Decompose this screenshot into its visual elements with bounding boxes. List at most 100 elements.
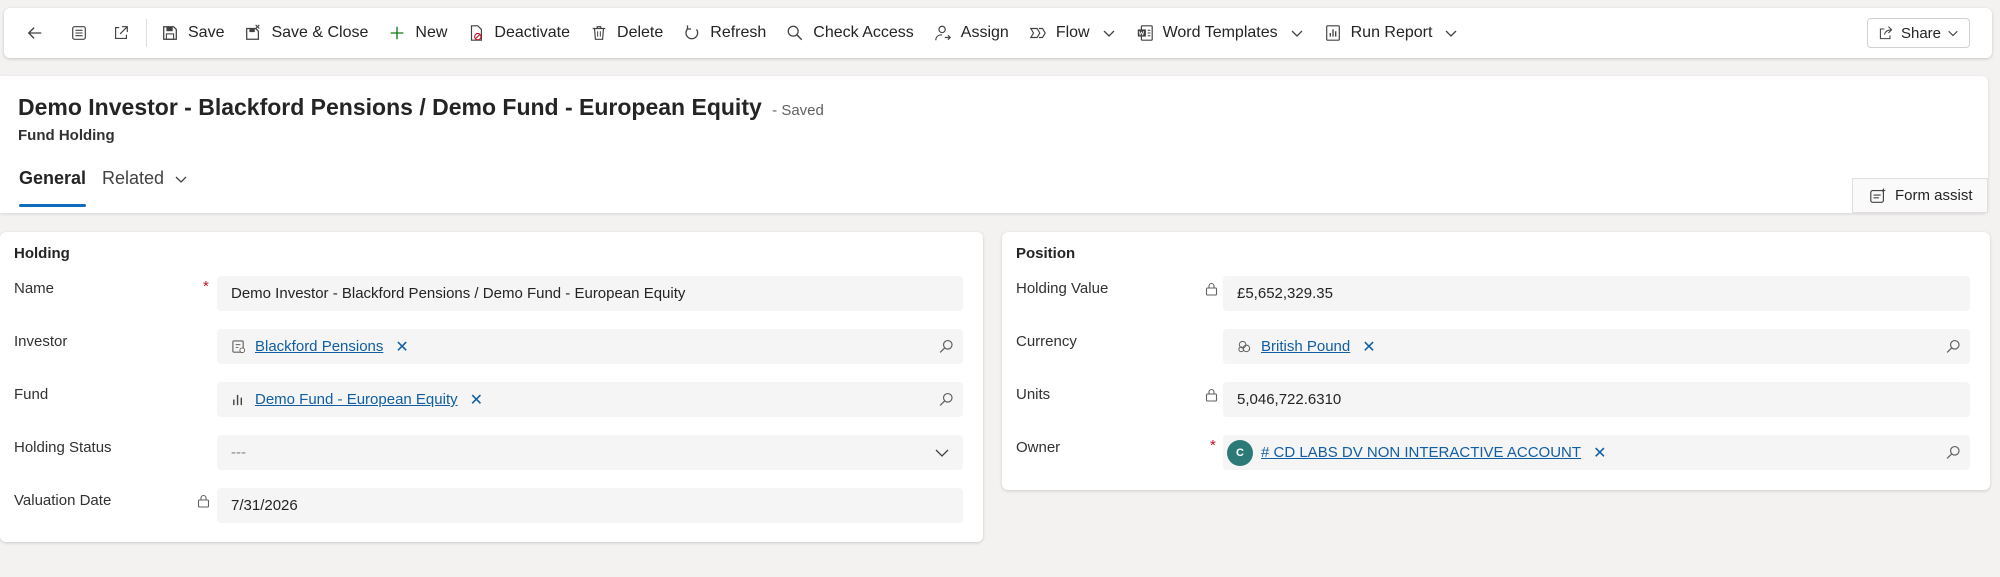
- share-icon: [1879, 26, 1893, 40]
- units-row: Units 5,046,722.6310: [1002, 382, 1990, 420]
- remove-fund-button[interactable]: ✕: [470, 390, 483, 410]
- fund-row: Fund Demo Fund - European Equity ✕: [0, 382, 983, 420]
- check-access-button[interactable]: Check Access: [776, 8, 923, 58]
- save-status: - Saved: [772, 102, 824, 119]
- search-icon[interactable]: [938, 338, 955, 355]
- fund-value: Demo Fund - European Equity: [255, 391, 458, 408]
- avatar: C: [1227, 439, 1253, 466]
- form-assist-icon: [1870, 187, 1886, 203]
- save-close-icon: [246, 24, 261, 40]
- share-label: Share: [1900, 24, 1941, 42]
- field-label: Units: [1016, 386, 1051, 403]
- active-tab-indicator: [19, 204, 87, 207]
- required-indicator: *: [203, 278, 209, 295]
- currency-lookup-field[interactable]: British Pound ✕: [1223, 329, 1970, 364]
- save-button[interactable]: Save: [151, 8, 234, 58]
- chevron-down-icon: [1948, 30, 1958, 37]
- field-label: Investor: [14, 333, 68, 350]
- owner-row: Owner * C # CD LABS DV NON INTERACTIVE A…: [1002, 435, 1990, 473]
- valuation-date-field[interactable]: 7/31/2026: [217, 488, 963, 523]
- record-header: Demo Investor - Blackford Pensions / Dem…: [0, 76, 1988, 213]
- field-label: Name: [14, 280, 55, 297]
- run-report-label: Run Report: [1350, 24, 1433, 41]
- field-label: Holding Status: [14, 439, 112, 456]
- chevron-down-icon: [1103, 30, 1115, 37]
- search-icon[interactable]: [1945, 338, 1962, 355]
- deactivate-document-icon: [471, 25, 483, 41]
- owner-lookup-tag[interactable]: # CD LABS DV NON INTERACTIVE ACCOUNT: [1261, 444, 1581, 461]
- search-icon[interactable]: [938, 391, 955, 408]
- name-row: Name * Demo Investor - Blackford Pension…: [0, 276, 983, 314]
- new-button[interactable]: New: [378, 8, 457, 58]
- holding-value-value: £5,652,329.35: [1237, 285, 1333, 302]
- word-templates-button[interactable]: Word Templates: [1126, 8, 1314, 58]
- account-icon: [232, 340, 246, 354]
- holding-status-select[interactable]: ---: [217, 435, 963, 470]
- refresh-label: Refresh: [710, 24, 767, 41]
- fund-lookup-tag[interactable]: Demo Fund - European Equity: [231, 391, 458, 408]
- new-label: New: [415, 24, 448, 41]
- form-assist-button[interactable]: Form assist: [1852, 178, 1988, 213]
- fund-lookup-field[interactable]: Demo Fund - European Equity ✕: [217, 382, 963, 417]
- form-list-icon: [72, 26, 86, 40]
- tab-general-label: General: [19, 168, 87, 188]
- valuation-date-row: Valuation Date 7/31/2026: [0, 488, 983, 526]
- form-view-button[interactable]: [58, 8, 100, 58]
- position-section: Position Holding Value £5,652,329.35 Cur…: [1002, 232, 1990, 490]
- deactivate-button[interactable]: Deactivate: [457, 8, 580, 58]
- name-field[interactable]: Demo Investor - Blackford Pensions / Dem…: [217, 276, 963, 311]
- section-title: Holding: [14, 245, 70, 262]
- tab-related[interactable]: Related: [102, 168, 188, 189]
- investor-lookup-field[interactable]: Blackford Pensions ✕: [217, 329, 963, 364]
- share-button[interactable]: Share: [1866, 18, 1970, 48]
- owner-value: # CD LABS DV NON INTERACTIVE ACCOUNT: [1261, 444, 1582, 461]
- holding-section: Holding Name * Demo Investor - Blackford…: [0, 232, 983, 542]
- command-bar: Save Save & Close New Deactivate Delete …: [4, 8, 1992, 58]
- currency-value: British Pound: [1261, 338, 1351, 355]
- currency-row: Currency British Pound ✕: [1002, 329, 1990, 367]
- run-report-button[interactable]: Run Report: [1314, 8, 1469, 58]
- owner-lookup-field[interactable]: C # CD LABS DV NON INTERACTIVE ACCOUNT ✕: [1223, 435, 1970, 470]
- refresh-icon: [685, 25, 699, 40]
- open-in-new-window-icon: [115, 26, 128, 39]
- holding-value-row: Holding Value £5,652,329.35: [1002, 276, 1990, 314]
- chevron-down-icon: [935, 449, 949, 457]
- holding-status-value: ---: [231, 444, 246, 461]
- remove-investor-button[interactable]: ✕: [395, 337, 408, 357]
- bar-chart-icon: [233, 394, 243, 406]
- tab-general[interactable]: General: [19, 168, 87, 207]
- open-new-window-button[interactable]: [100, 8, 142, 58]
- search-icon[interactable]: [1945, 444, 1962, 461]
- save-close-label: Save & Close: [271, 24, 369, 41]
- save-and-close-button[interactable]: Save & Close: [234, 8, 378, 58]
- investor-lookup-tag[interactable]: Blackford Pensions: [231, 338, 383, 355]
- divider: [146, 19, 147, 47]
- field-label: Holding Value: [1016, 280, 1109, 297]
- units-field[interactable]: 5,046,722.6310: [1223, 382, 1970, 417]
- flow-button[interactable]: Flow: [1019, 8, 1126, 58]
- save-label: Save: [188, 24, 225, 41]
- back-button[interactable]: [4, 8, 58, 58]
- name-value: Demo Investor - Blackford Pensions / Dem…: [231, 285, 686, 302]
- flow-label: Flow: [1055, 24, 1090, 41]
- entity-name: Fund Holding: [18, 127, 115, 144]
- currency-lookup-tag[interactable]: British Pound: [1237, 338, 1350, 355]
- record-title-text: Demo Investor - Blackford Pensions / Dem…: [18, 94, 762, 120]
- delete-button[interactable]: Delete: [580, 8, 673, 58]
- record-title: Demo Investor - Blackford Pensions / Dem…: [18, 94, 824, 121]
- field-label: Owner: [1016, 439, 1061, 456]
- investor-value: Blackford Pensions: [255, 338, 384, 355]
- section-title: Position: [1016, 245, 1076, 262]
- assign-button[interactable]: Assign: [924, 8, 1019, 58]
- trash-icon: [592, 26, 606, 40]
- chevron-down-icon: [1291, 30, 1303, 37]
- holding-value-field[interactable]: £5,652,329.35: [1223, 276, 1970, 311]
- remove-currency-button[interactable]: ✕: [1362, 337, 1375, 357]
- refresh-button[interactable]: Refresh: [673, 8, 776, 58]
- delete-label: Delete: [617, 24, 664, 41]
- assign-label: Assign: [960, 24, 1009, 41]
- remove-owner-button[interactable]: ✕: [1593, 443, 1606, 463]
- field-label: Currency: [1016, 333, 1077, 350]
- lock-icon: [197, 494, 210, 508]
- report-icon: [1325, 25, 1340, 41]
